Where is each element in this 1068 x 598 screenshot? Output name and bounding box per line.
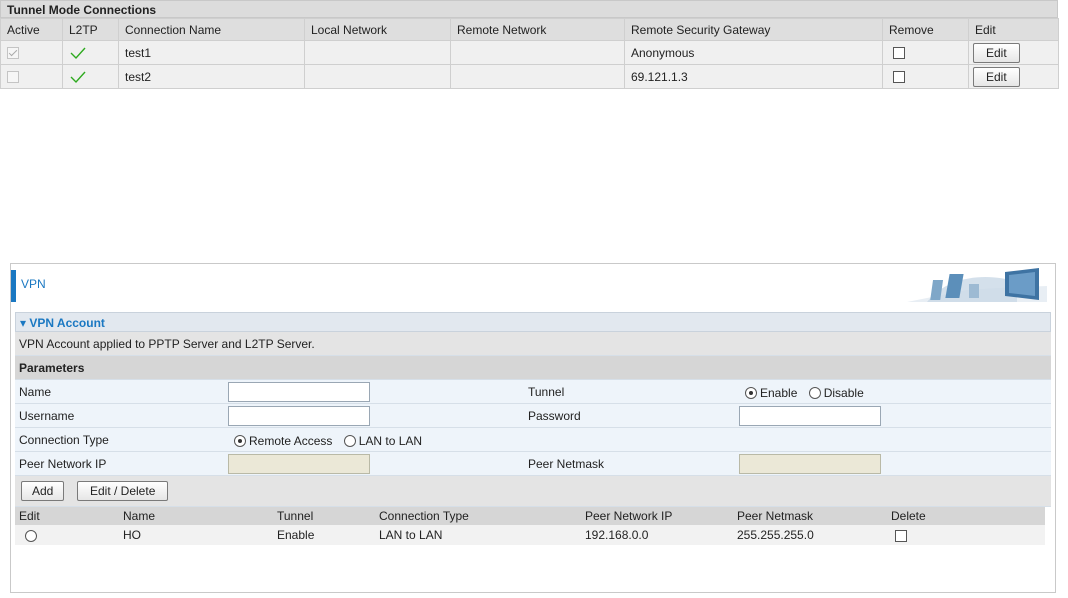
account-select-radio[interactable] (25, 529, 37, 542)
peer-network-ip-input (228, 454, 370, 474)
page-title: VPN (21, 277, 46, 291)
col-name: Name (119, 507, 273, 525)
vpn-account-section[interactable]: ▾ VPN Account (15, 312, 1051, 332)
tunnel-disable-label: Disable (823, 385, 864, 400)
network-banner-icon (907, 268, 1047, 302)
local-network (304, 64, 451, 89)
delete-checkbox[interactable] (895, 529, 907, 542)
table-row: test2 69.121.1.3 Edit (0, 64, 1059, 89)
lan-to-lan-label: LAN to LAN (358, 433, 423, 448)
remote-security-gateway: 69.121.1.3 (624, 64, 883, 89)
description-row: VPN Account applied to PPTP Server and L… (15, 332, 1051, 356)
vpn-header: VPN (11, 264, 1055, 312)
account-header-row: Edit Name Tunnel Connection Type Peer Ne… (15, 507, 1045, 525)
vpn-account-table: Edit Name Tunnel Connection Type Peer Ne… (15, 507, 1045, 545)
col-local-network: Local Network (304, 18, 451, 41)
col-remote-security-gateway: Remote Security Gateway (624, 18, 883, 41)
edit-button[interactable]: Edit (973, 66, 1020, 87)
active-checkbox[interactable] (7, 71, 19, 84)
peer-netmask-input (739, 454, 881, 474)
name-input[interactable] (228, 382, 370, 402)
check-icon (70, 47, 86, 59)
remove-checkbox[interactable] (893, 71, 905, 84)
account-peer-netmask: 255.255.255.0 (733, 525, 887, 545)
col-remove: Remove (882, 18, 969, 41)
remote-access-radio[interactable] (234, 434, 246, 447)
check-icon (70, 71, 86, 83)
account-peer-ip: 192.168.0.0 (581, 525, 733, 545)
col-remote-network: Remote Network (450, 18, 625, 41)
form-row-name: Name Tunnel Enable Disable (15, 380, 1051, 404)
col-connection-name: Connection Name (118, 18, 305, 41)
col-l2tp: L2TP (62, 18, 119, 41)
remote-security-gateway: Anonymous (624, 40, 883, 65)
peer-netmask-label: Peer Netmask (528, 457, 605, 471)
connection-type-radio-group: Remote Access LAN to LAN (234, 428, 430, 452)
edit-button[interactable]: Edit (973, 42, 1020, 63)
add-button[interactable]: Add (21, 481, 65, 501)
parameters-heading: Parameters (15, 356, 1051, 380)
col-delete: Delete (887, 507, 1045, 525)
col-peer-network-ip: Peer Network IP (581, 507, 733, 525)
remove-checkbox[interactable] (893, 47, 905, 60)
account-connection-type: LAN to LAN (375, 525, 581, 545)
edit-delete-button[interactable]: Edit / Delete (77, 481, 169, 501)
tunnel-enable-label: Enable (760, 385, 798, 400)
account-tunnel: Enable (273, 525, 375, 545)
tunnel-disable-radio[interactable] (808, 386, 821, 399)
accent-bar (11, 270, 16, 302)
form-row-username: Username Password (15, 404, 1051, 428)
col-edit: Edit (968, 18, 1059, 41)
username-label: Username (19, 409, 75, 423)
password-input[interactable] (739, 406, 881, 426)
table-row: HO Enable LAN to LAN 192.168.0.0 255.255… (15, 525, 1045, 545)
tunnel-table: Active L2TP Connection Name Local Networ… (0, 18, 1059, 89)
parameters-title: Parameters (19, 361, 85, 375)
connection-type-label: Connection Type (19, 433, 109, 447)
form-row-peer: Peer Network IP Peer Netmask (15, 452, 1051, 476)
button-row: Add Edit / Delete (15, 476, 1051, 507)
local-network (304, 40, 451, 65)
col-edit: Edit (15, 507, 119, 525)
connection-name: test2 (118, 64, 305, 89)
col-active: Active (0, 18, 63, 41)
remote-access-label: Remote Access (249, 433, 333, 448)
tunnel-radio-group: Enable Disable (745, 380, 872, 404)
username-input[interactable] (228, 406, 370, 426)
col-connection-type: Connection Type (375, 507, 581, 525)
peer-network-ip-label: Peer Network IP (19, 457, 107, 471)
remote-network (450, 40, 625, 65)
account-name: HO (119, 525, 273, 545)
connection-name: test1 (118, 40, 305, 65)
table-row: test1 Anonymous Edit (0, 40, 1059, 65)
password-label: Password (528, 409, 581, 423)
active-checkbox[interactable] (7, 47, 19, 60)
lan-to-lan-radio[interactable] (343, 434, 356, 447)
tunnel-connections-panel: Tunnel Mode Connections Active L2TP Conn… (0, 0, 1059, 89)
tunnel-label: Tunnel (528, 385, 565, 399)
description-text: VPN Account applied to PPTP Server and L… (19, 337, 315, 351)
remote-network (450, 64, 625, 89)
form-row-connection-type: Connection Type Remote Access LAN to LAN (15, 428, 1051, 452)
name-label: Name (19, 385, 52, 399)
tunnel-table-title: Tunnel Mode Connections (0, 0, 1058, 18)
vpn-panel: VPN ▾ VPN Account VPN Account applied to… (10, 263, 1056, 593)
col-peer-netmask: Peer Netmask (733, 507, 887, 525)
tunnel-header-row: Active L2TP Connection Name Local Networ… (0, 18, 1059, 41)
col-tunnel: Tunnel (273, 507, 375, 525)
tunnel-enable-radio[interactable] (745, 386, 757, 399)
